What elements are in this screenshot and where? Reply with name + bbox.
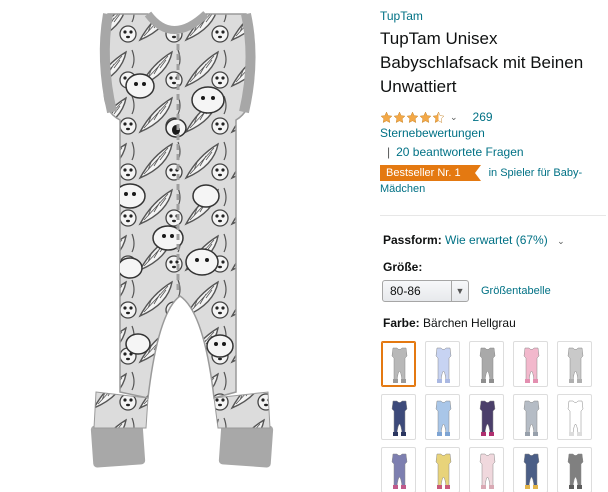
right-leg-cuff (218, 422, 274, 468)
size-label: Größe: (383, 260, 423, 274)
color-swatch[interactable] (469, 394, 504, 440)
fit-row[interactable]: Passform: Wie erwartet (67%) ⌄ (383, 232, 565, 249)
star-icon (406, 111, 419, 123)
swatch-garment-icon (391, 347, 408, 383)
rating-count-label[interactable]: Sternebewertungen (380, 125, 606, 141)
color-swatch[interactable] (557, 447, 592, 492)
rating-count-link[interactable]: 269 (473, 110, 493, 124)
color-swatch[interactable] (381, 394, 416, 440)
size-dropdown[interactable]: 80-86 ▼ (382, 280, 469, 302)
qa-row: | 20 beantwortete Fragen (380, 144, 606, 160)
swatch-garment-icon (523, 400, 540, 436)
color-swatch[interactable] (557, 341, 592, 387)
star-icon (419, 111, 432, 123)
chevron-down-icon[interactable]: ⌄ (557, 236, 565, 246)
section-divider (380, 215, 606, 216)
swatch-garment-icon (567, 400, 584, 436)
swatch-garment-icon (479, 400, 496, 436)
separator: | (387, 145, 391, 159)
color-selected-value: Bärchen Hellgrau (423, 316, 516, 330)
swatch-garment-icon (567, 347, 584, 383)
fit-value-link[interactable]: Wie erwartet (67%) (445, 233, 548, 247)
bestseller-category-link-cont[interactable]: Mädchen (380, 182, 606, 196)
bestseller-row: Bestseller Nr. 1 in Spieler für Baby- (380, 165, 606, 181)
swatch-garment-icon (479, 453, 496, 489)
color-swatch[interactable] (381, 447, 416, 492)
dropdown-arrow-icon[interactable]: ▼ (451, 281, 468, 301)
product-title: TupTam Unisex Babyschlafsack mit Beinen … (380, 29, 584, 96)
swatch-garment-icon (435, 400, 452, 436)
product-details: TupTam TupTam Unisex Babyschlafsack mit … (380, 8, 606, 196)
half-star-icon (432, 111, 445, 123)
sleeping-bag-illustration (90, 11, 274, 468)
swatch-garment-icon (435, 453, 452, 489)
color-swatch[interactable] (513, 394, 548, 440)
swatch-garment-icon (523, 347, 540, 383)
color-swatch[interactable] (425, 394, 460, 440)
swatch-garment-icon (479, 347, 496, 383)
bestseller-category-link[interactable]: in Spieler für Baby- (489, 166, 583, 180)
swatch-garment-icon (523, 453, 540, 489)
swatch-garment-icon (567, 453, 584, 489)
size-selected-value: 80-86 (390, 284, 421, 298)
color-swatch[interactable] (425, 447, 460, 492)
chevron-down-icon[interactable]: ⌄ (450, 112, 458, 123)
color-swatch[interactable] (425, 341, 460, 387)
color-swatch[interactable] (557, 394, 592, 440)
fit-label: Passform: (383, 233, 442, 247)
color-swatch[interactable] (513, 341, 548, 387)
color-swatch[interactable] (513, 447, 548, 492)
rating-summary[interactable]: ⌄ 269 (380, 109, 606, 125)
color-label: Farbe: (383, 316, 420, 330)
product-main-image[interactable] (0, 0, 368, 492)
star-icon (380, 111, 393, 123)
left-leg-cuff (90, 422, 146, 468)
swatch-garment-icon (391, 400, 408, 436)
swatch-garment-icon (435, 347, 452, 383)
bestseller-badge[interactable]: Bestseller Nr. 1 (380, 165, 481, 181)
answered-questions-link[interactable]: 20 beantwortete Fragen (396, 145, 523, 159)
color-row: Farbe: Bärchen Hellgrau (383, 316, 516, 330)
star-rating[interactable] (380, 111, 445, 124)
brand-link[interactable]: TupTam (380, 8, 606, 24)
color-swatch[interactable] (469, 341, 504, 387)
color-swatch[interactable] (469, 447, 504, 492)
size-chart-link[interactable]: Größentabelle (481, 285, 551, 297)
swatch-garment-icon (391, 453, 408, 489)
color-swatch[interactable] (381, 341, 416, 387)
star-icon (393, 111, 406, 123)
